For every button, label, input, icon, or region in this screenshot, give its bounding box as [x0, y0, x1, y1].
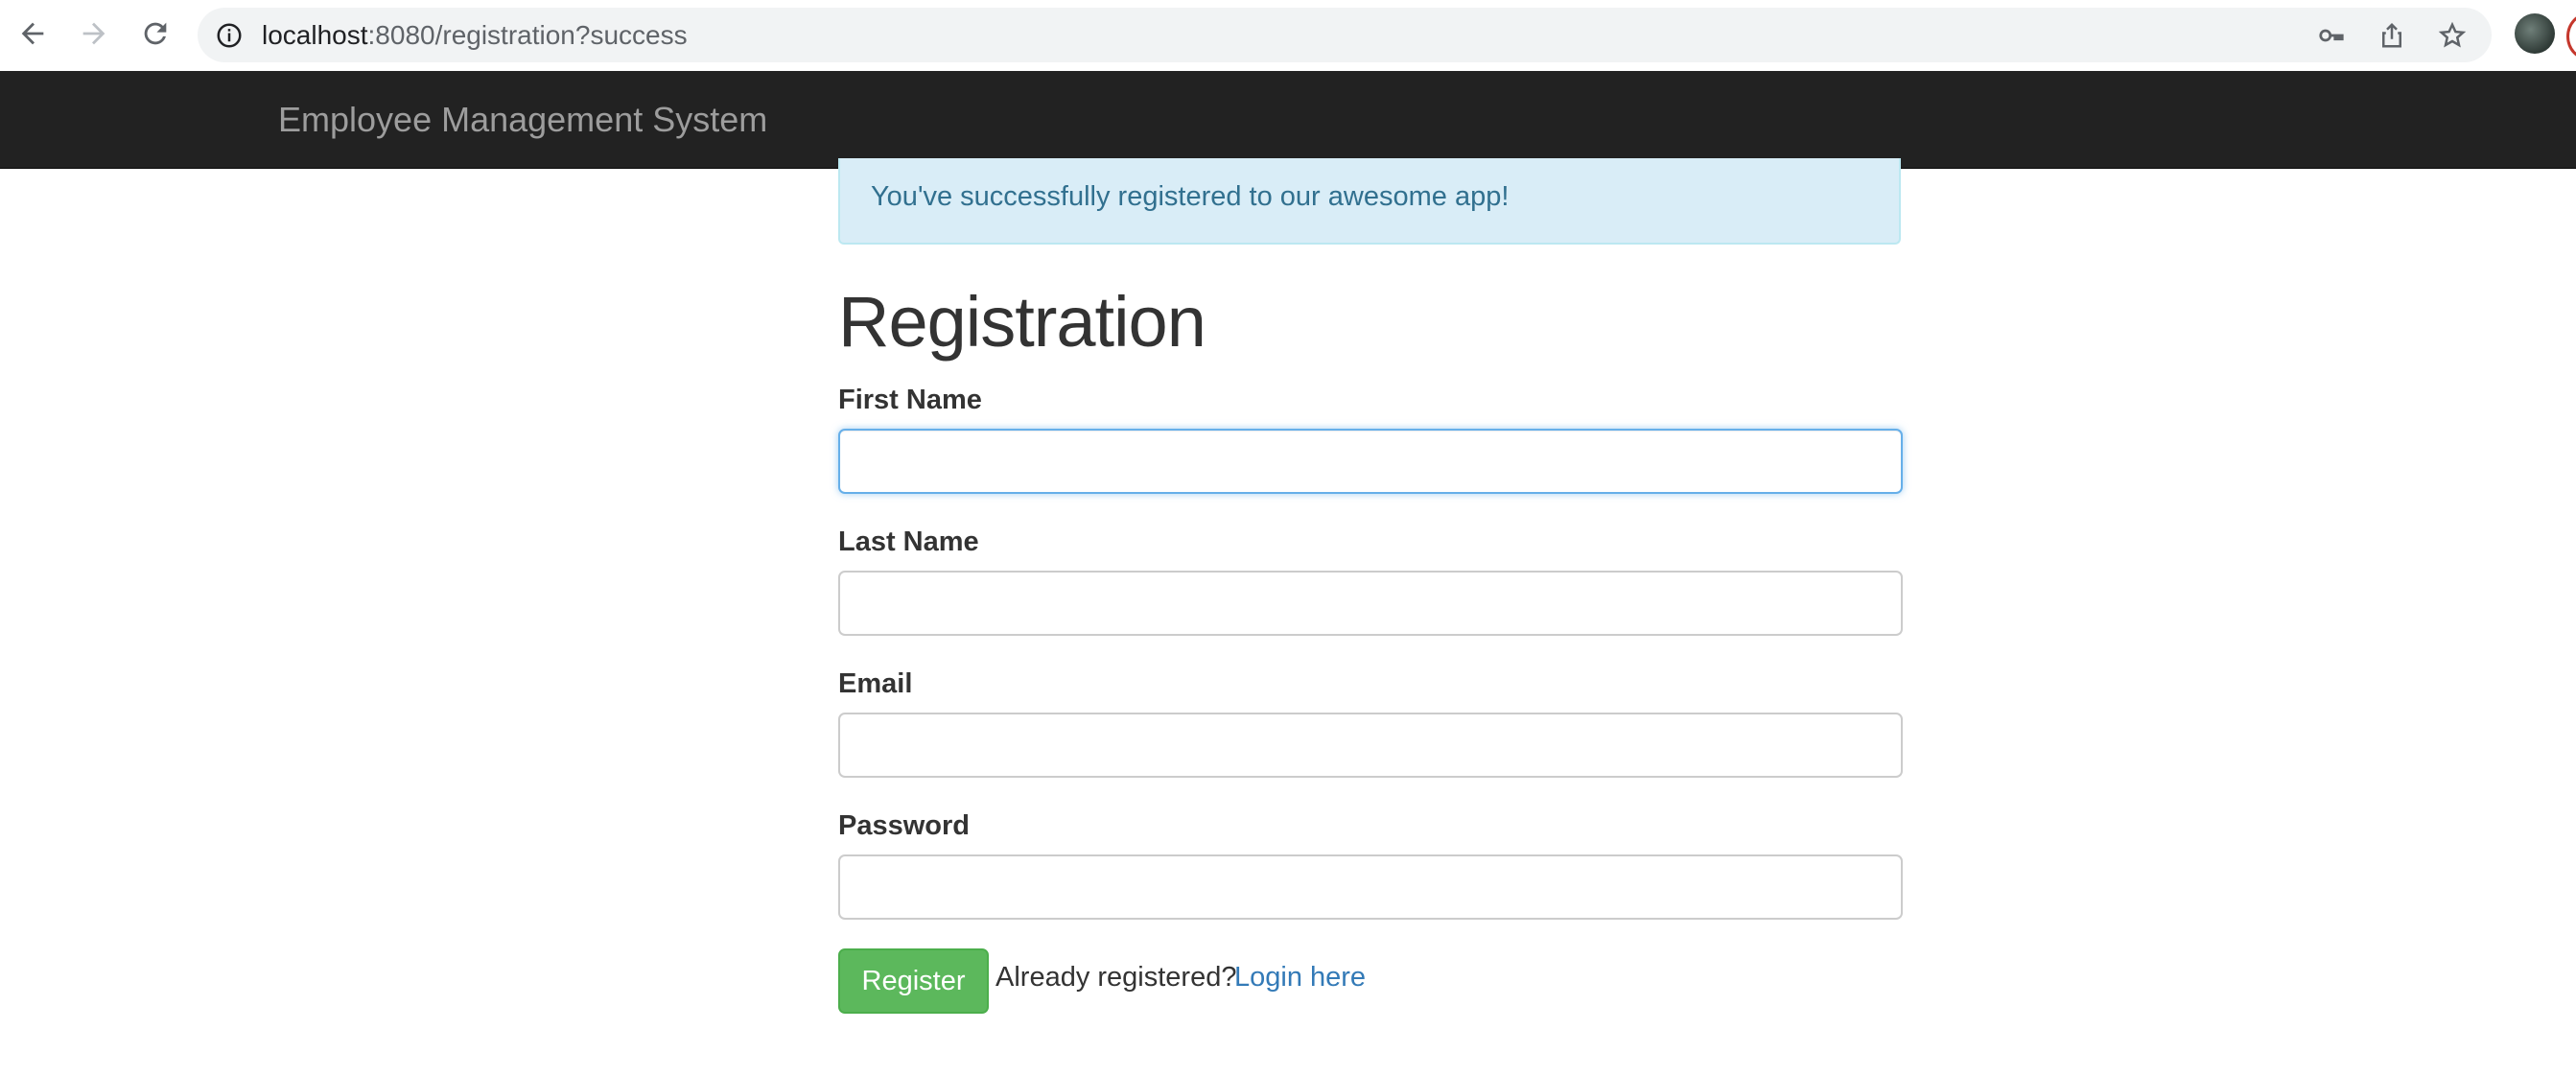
share-icon[interactable] [2377, 21, 2406, 50]
url-host: localhost [262, 20, 368, 50]
password-field[interactable] [838, 854, 1903, 920]
key-icon[interactable] [2317, 21, 2346, 50]
app-navbar: Employee Management System [0, 71, 2576, 169]
profile-avatar[interactable] [2515, 13, 2555, 54]
login-link[interactable]: Login here [1234, 962, 1366, 994]
alert-message: You've successfully registered to our aw… [871, 181, 1510, 212]
browser-toolbar: localhost:8080/registration?success [0, 0, 2576, 72]
already-registered-text: Already registered? [995, 962, 1237, 993]
last-name-field[interactable] [838, 571, 1903, 636]
first-name-label: First Name [838, 385, 982, 415]
url-path: :8080/registration?success [367, 20, 688, 50]
first-name-field[interactable] [838, 429, 1903, 494]
email-label: Email [838, 668, 913, 699]
profile-ring [2566, 12, 2576, 60]
site-info-icon[interactable] [215, 21, 244, 50]
password-label: Password [838, 810, 970, 841]
back-arrow-icon[interactable] [12, 12, 54, 55]
bookmark-star-icon[interactable] [2438, 21, 2467, 50]
register-button[interactable]: Register [838, 948, 989, 1014]
page-title: Registration [838, 282, 1206, 362]
last-name-label: Last Name [838, 526, 979, 557]
url-text: localhost:8080/registration?success [262, 20, 688, 51]
email-field[interactable] [838, 713, 1903, 778]
navbar-brand[interactable]: Employee Management System [278, 100, 767, 140]
address-bar[interactable]: localhost:8080/registration?success [198, 8, 2492, 62]
success-alert: You've successfully registered to our aw… [838, 158, 1901, 245]
forward-arrow-icon[interactable] [73, 12, 115, 55]
reload-icon[interactable] [134, 12, 176, 55]
